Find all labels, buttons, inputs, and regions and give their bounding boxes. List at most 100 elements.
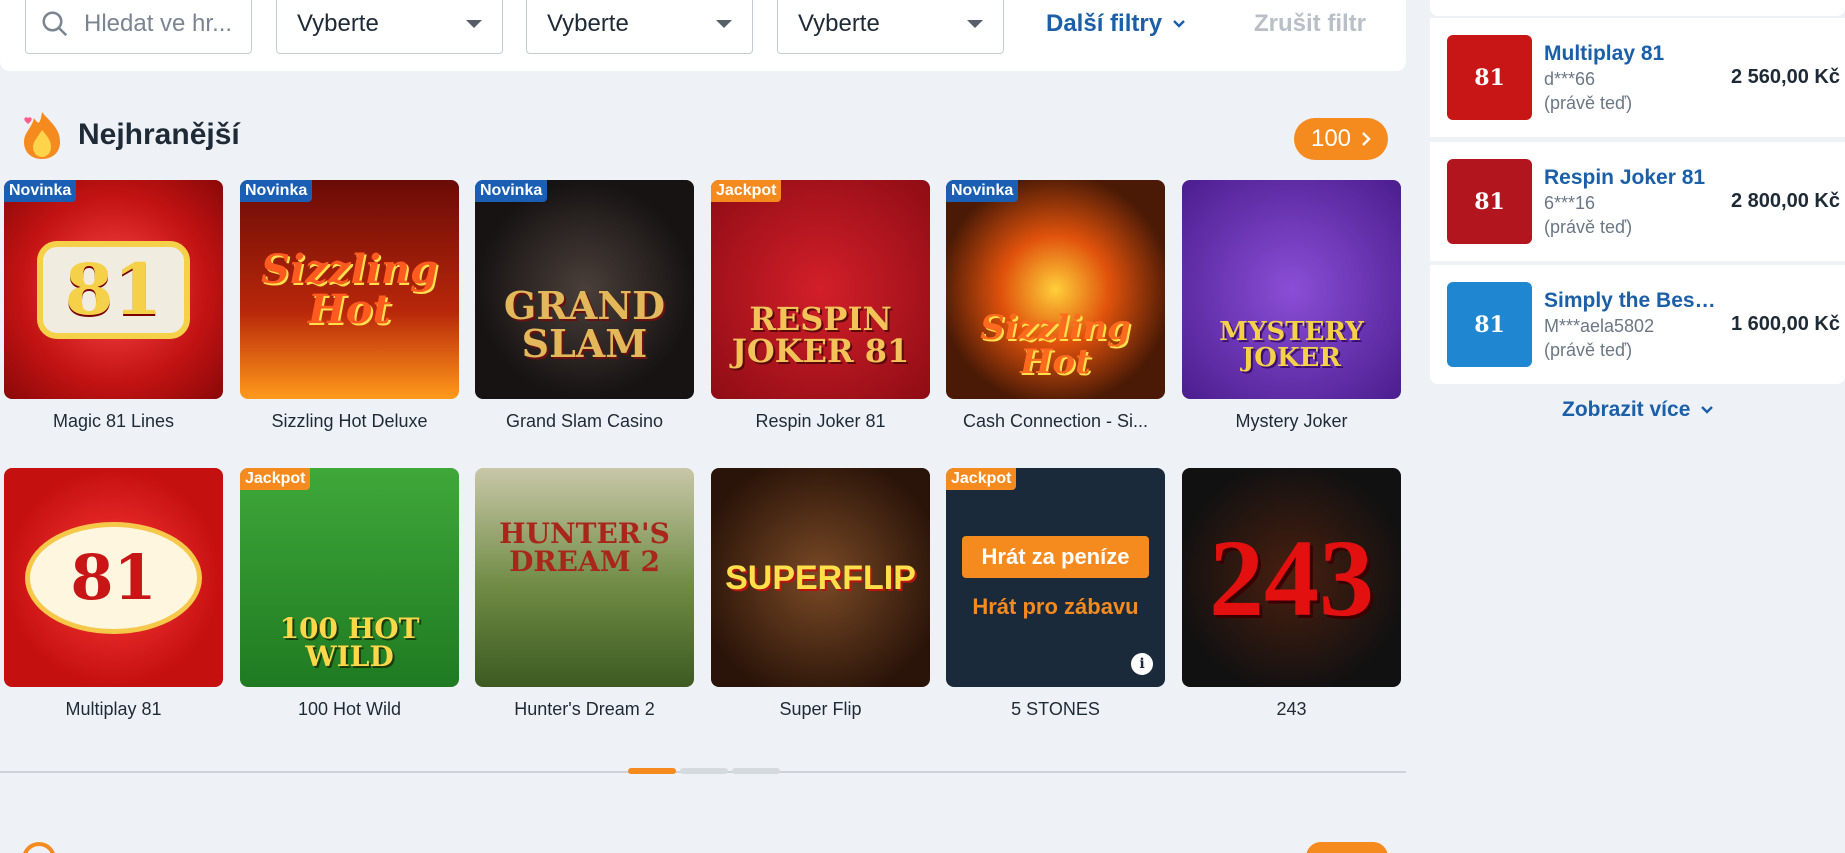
winner-info: Simply the Best... M***aela5802 (právě t… <box>1544 289 1719 361</box>
game-thumbnail[interactable]: SUPERFLIP <box>711 468 930 687</box>
badge-jackpot: Jackpot <box>946 468 1017 490</box>
game-name: Cash Connection - Si... <box>962 411 1149 431</box>
show-more-label: Zobrazit více <box>1562 398 1691 421</box>
play-for-money-button[interactable]: Hrát za peníze <box>961 535 1150 578</box>
game-name: Multiplay 81 <box>65 699 162 719</box>
winner-time: (právě teď) <box>1544 216 1633 237</box>
game-art: RESPIN JOKER 81 <box>731 299 910 370</box>
more-filters-button[interactable]: Další filtry <box>1046 10 1186 38</box>
filter-select-2[interactable]: Vyberte <box>526 0 753 54</box>
game-tile[interactable]: 81 Novinka Magic 81 Lines <box>4 180 223 432</box>
game-name: Magic 81 Lines <box>52 411 175 431</box>
game-name: Sizzling Hot Deluxe <box>271 411 428 431</box>
winner-user: d***66 <box>1544 68 1596 89</box>
game-thumbnail[interactable]: 81 Novinka <box>4 180 223 399</box>
game-art: Sizzling Hot <box>980 307 1131 382</box>
game-art: MYSTERY JOKER <box>1219 316 1364 373</box>
section-title: Nejhranější <box>78 118 240 151</box>
game-thumbnail[interactable]: GRAND SLAM Novinka <box>475 180 694 399</box>
winner-item[interactable]: 81 Multiplay 81 d***66 (právě teď) 2 560… <box>1430 18 1845 137</box>
game-art: 243 <box>1209 516 1374 639</box>
search-icon <box>42 11 68 37</box>
see-all-button[interactable]: 100 <box>1294 118 1388 160</box>
winner-game-thumbnail[interactable]: 81 <box>1447 35 1532 120</box>
section-header: Nejhranější <box>20 110 240 160</box>
clear-filter-button[interactable]: Zrušit filtr <box>1254 10 1366 38</box>
see-all-button[interactable] <box>1306 842 1388 853</box>
caret-down-icon <box>967 20 983 28</box>
winner-item[interactable]: 81 Simply the Best... M***aela5802 (práv… <box>1430 265 1845 384</box>
game-thumbnail[interactable]: 81 <box>4 468 223 687</box>
game-tile[interactable]: RESPIN JOKER 81 Jackpot Respin Joker 81 <box>711 180 930 432</box>
badge-new: Novinka <box>946 180 1019 202</box>
caret-down-icon <box>466 20 482 28</box>
game-thumbnail[interactable]: Sizzling Hot Novinka <box>240 180 459 399</box>
game-name: Mystery Joker <box>1235 411 1348 431</box>
game-name: 100 Hot Wild <box>297 699 402 719</box>
winner-amount: 2 800,00 Kč <box>1731 190 1840 212</box>
game-name: 243 <box>1276 699 1307 719</box>
winner-time: (právě teď) <box>1544 339 1633 360</box>
pager-dot-2[interactable] <box>680 768 728 774</box>
game-tile[interactable]: MYSTERY JOKER Mystery Joker <box>1182 180 1401 432</box>
winner-item[interactable]: 81 Respin Joker 81 6***16 (právě teď) 2 … <box>1430 142 1845 261</box>
winner-game-name[interactable]: Respin Joker 81 <box>1544 166 1719 190</box>
game-name: Hunter's Dream 2 <box>514 699 655 719</box>
game-thumbnail[interactable]: 100 HOT WILD Jackpot <box>240 468 459 687</box>
game-art: 100 HOT WILD <box>279 611 420 673</box>
pager-dot-1[interactable] <box>628 768 676 774</box>
badge-new: Novinka <box>240 180 313 202</box>
game-thumbnail[interactable]: Sizzling Hot Novinka <box>946 180 1165 399</box>
winner-game-thumbnail[interactable]: 81 <box>1447 159 1532 244</box>
game-tile[interactable]: GRAND SLAM Novinka Grand Slam Casino <box>475 180 694 432</box>
game-art: HUNTER'S DREAM 2 <box>499 516 670 578</box>
info-icon[interactable]: i <box>1131 653 1153 675</box>
game-art: GRAND SLAM <box>503 282 666 366</box>
game-thumbnail[interactable]: HUNTER'S DREAM 2 <box>475 468 694 687</box>
game-thumbnail[interactable]: RESPIN JOKER 81 Jackpot <box>711 180 930 399</box>
winner-game-name[interactable]: Multiplay 81 <box>1544 42 1719 66</box>
game-art: 81 <box>36 240 191 339</box>
chevron-down-icon <box>1173 20 1185 28</box>
game-name: Respin Joker 81 <box>755 411 886 431</box>
play-for-fun-link[interactable]: Hrát pro zábavu <box>972 594 1138 620</box>
filter-select-1[interactable]: Vyberte <box>276 0 503 54</box>
filter-select-3[interactable]: Vyberte <box>777 0 1004 54</box>
game-thumbnail[interactable]: Hrát za peníze Hrát pro zábavu Jackpot i <box>946 468 1165 687</box>
winner-game-thumbnail[interactable]: 81 <box>1447 282 1532 367</box>
winner-game-name[interactable]: Simply the Best... <box>1544 289 1719 313</box>
winner-amount: 1 600,00 Kč <box>1731 313 1840 335</box>
game-thumbnail[interactable]: MYSTERY JOKER <box>1182 180 1401 399</box>
game-art: SUPERFLIP <box>725 558 916 597</box>
game-tile[interactable]: 81 Multiplay 81 <box>4 468 223 720</box>
winner-info: Respin Joker 81 6***16 (právě teď) <box>1544 166 1719 238</box>
game-tile[interactable]: SUPERFLIP Super Flip <box>711 468 930 720</box>
game-tile[interactable]: Hrát za peníze Hrát pro zábavu Jackpot i… <box>946 468 1165 720</box>
search-field[interactable] <box>25 0 252 54</box>
section-icon <box>22 842 56 853</box>
chevron-right-icon <box>1362 132 1371 146</box>
game-name: Grand Slam Casino <box>505 411 664 431</box>
game-tile[interactable]: Sizzling Hot Novinka Cash Connection - S… <box>946 180 1165 432</box>
game-tile[interactable]: 100 HOT WILD Jackpot 100 Hot Wild <box>240 468 459 720</box>
pager-dot-3[interactable] <box>732 768 780 774</box>
fire-icon <box>24 112 60 159</box>
game-tile[interactable]: Sizzling Hot Novinka Sizzling Hot Deluxe <box>240 180 459 432</box>
game-tile[interactable]: 243 243 <box>1182 468 1401 720</box>
game-tile[interactable]: HUNTER'S DREAM 2 Hunter's Dream 2 <box>475 468 694 720</box>
pagination <box>628 768 780 774</box>
winner-user: 6***16 <box>1544 192 1596 213</box>
badge-jackpot: Jackpot <box>240 468 311 490</box>
caret-down-icon <box>716 20 732 28</box>
filter-select-2-value: Vyberte <box>547 10 629 37</box>
game-art: Sizzling Hot <box>261 245 438 333</box>
search-input[interactable] <box>84 10 234 38</box>
winner-user: M***aela5802 <box>1544 315 1655 336</box>
game-name: 5 STONES <box>1011 699 1100 719</box>
winners-panel-top <box>1430 0 1845 16</box>
winner-amount: 2 560,00 Kč <box>1731 66 1840 88</box>
show-more-button[interactable]: Zobrazit více <box>1562 398 1714 422</box>
chevron-down-icon <box>1701 406 1714 414</box>
badge-jackpot: Jackpot <box>711 180 782 202</box>
game-thumbnail[interactable]: 243 <box>1182 468 1401 687</box>
